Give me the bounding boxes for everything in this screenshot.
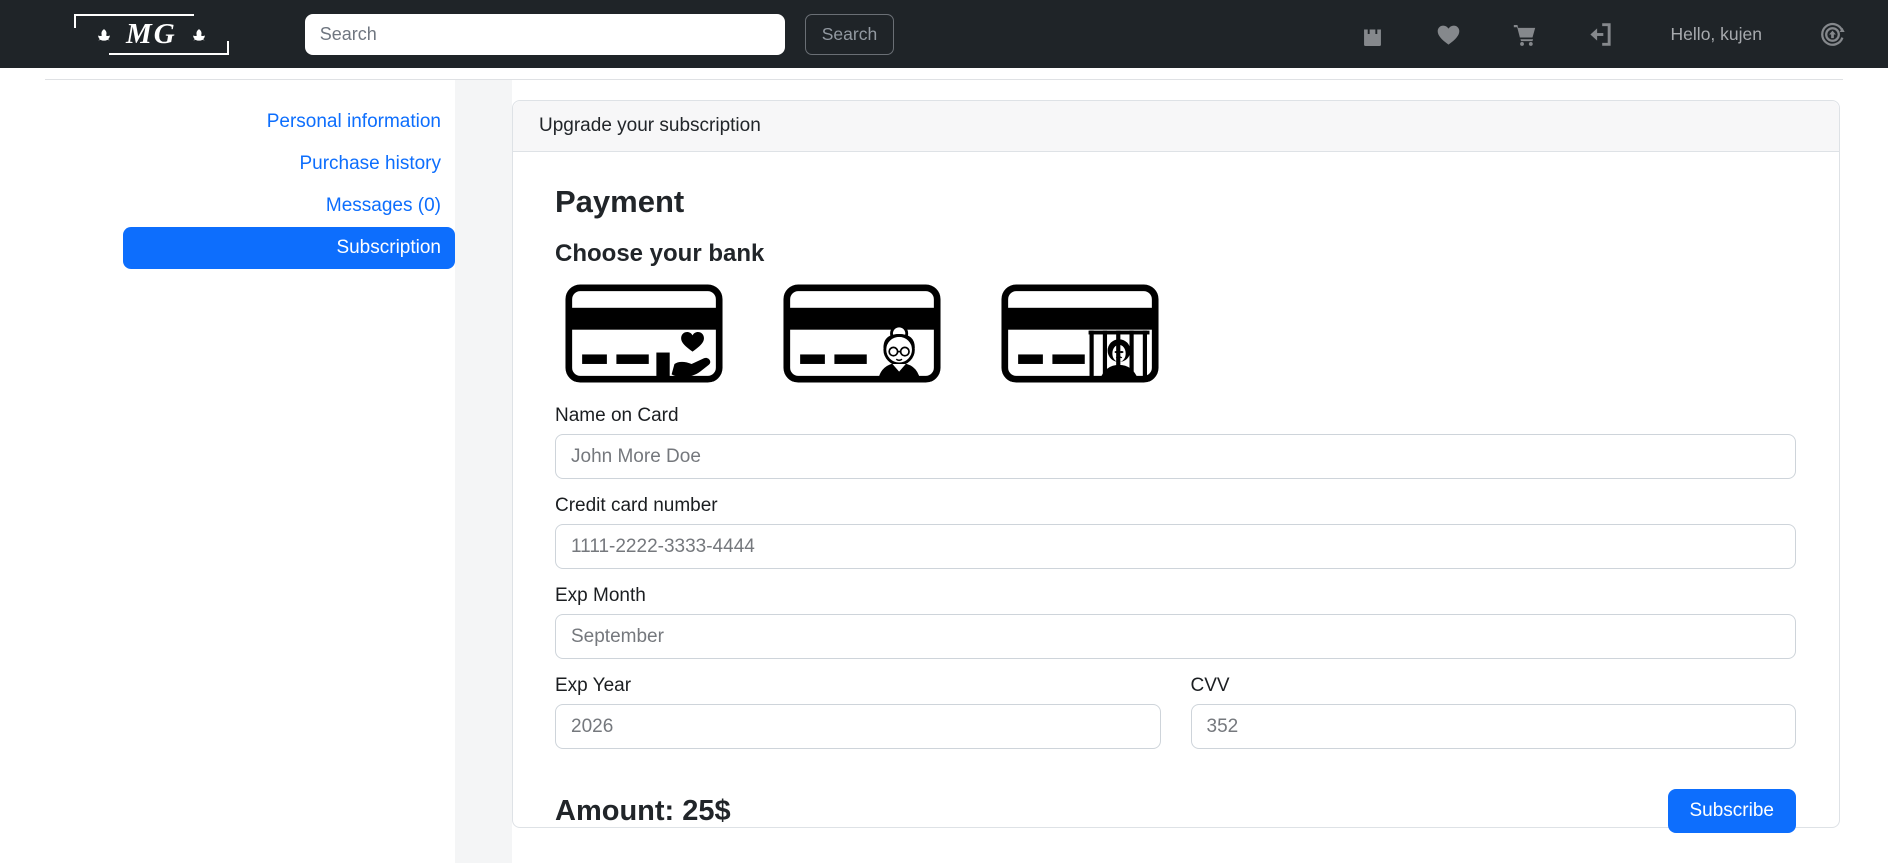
exp-year-cvv-row: Exp Year CVV	[555, 675, 1796, 765]
prisoner-behind-bars-card-icon	[1001, 284, 1159, 383]
sidebar-item-messages[interactable]: Messages (0)	[312, 185, 455, 227]
amount-label: Amount: 25$	[555, 794, 731, 827]
exp-year-field: Exp Year	[555, 675, 1161, 749]
subscription-card: Upgrade your subscription Payment Choose…	[512, 100, 1840, 833]
cvv-field: CVV	[1190, 675, 1796, 749]
grandma-card-icon	[783, 284, 941, 383]
flower-icon	[98, 29, 110, 41]
sidebar-item-subscription-active[interactable]: Subscription	[123, 227, 455, 269]
search-button[interactable]: Search	[804, 13, 895, 55]
name-on-card-label: Name on Card	[555, 405, 679, 426]
bank-option-hand-heart[interactable]	[565, 284, 723, 383]
exp-year-label: Exp Year	[555, 675, 632, 696]
name-on-card-input[interactable]	[555, 434, 1796, 479]
card-number-input[interactable]	[555, 524, 1796, 569]
card-number-label: Credit card number	[555, 495, 718, 516]
exp-month-input[interactable]	[555, 614, 1796, 659]
card-header: Upgrade your subscription	[513, 101, 1839, 152]
bank-options	[565, 284, 1796, 383]
column-gutter	[455, 80, 512, 863]
exp-month-label: Exp Month	[555, 585, 646, 606]
sidebar-item-personal-information[interactable]: Personal information	[253, 101, 455, 143]
payment-title: Payment	[555, 184, 685, 219]
logo-text: MG	[126, 17, 177, 50]
card-body: Payment Choose your bank Name on Card Jo…	[513, 152, 1839, 833]
site-logo[interactable]: MG	[74, 8, 229, 61]
hand-heart-card-icon	[565, 284, 723, 383]
exp-month-field: Exp Month	[555, 585, 1796, 659]
cvv-label: CVV	[1190, 675, 1230, 696]
search-input[interactable]	[304, 13, 785, 55]
user-greeting: Hello, kujen	[1670, 23, 1762, 44]
heart-icon[interactable]	[1435, 21, 1462, 48]
sign-out-icon[interactable]	[1587, 21, 1614, 48]
bank-option-grandma[interactable]	[783, 284, 941, 383]
sync-icon[interactable]	[1819, 21, 1846, 48]
cart-icon[interactable]	[1511, 21, 1538, 48]
bag-icon[interactable]	[1359, 21, 1386, 48]
subscribe-button[interactable]: Subscribe	[1667, 789, 1796, 833]
navbar-right-group: Hello, kujen	[1359, 21, 1846, 48]
exp-year-input[interactable]	[555, 704, 1161, 749]
amount-row: Amount: 25$ Subscribe	[555, 789, 1796, 833]
cvv-input[interactable]	[1190, 704, 1796, 749]
top-navbar: MG Search Hello, k	[0, 0, 1888, 68]
account-sidebar: Personal information Purchase history Me…	[45, 80, 455, 863]
sidebar-item-purchase-history[interactable]: Purchase history	[285, 143, 455, 185]
flower-icon	[192, 29, 205, 41]
bank-option-prisoner[interactable]	[1001, 284, 1159, 383]
card-number-field: Credit card number	[555, 495, 1796, 569]
name-on-card-field: Name on Card	[555, 405, 1796, 479]
page-content: Personal information Purchase history Me…	[0, 80, 1888, 863]
choose-bank-title: Choose your bank	[555, 240, 765, 267]
